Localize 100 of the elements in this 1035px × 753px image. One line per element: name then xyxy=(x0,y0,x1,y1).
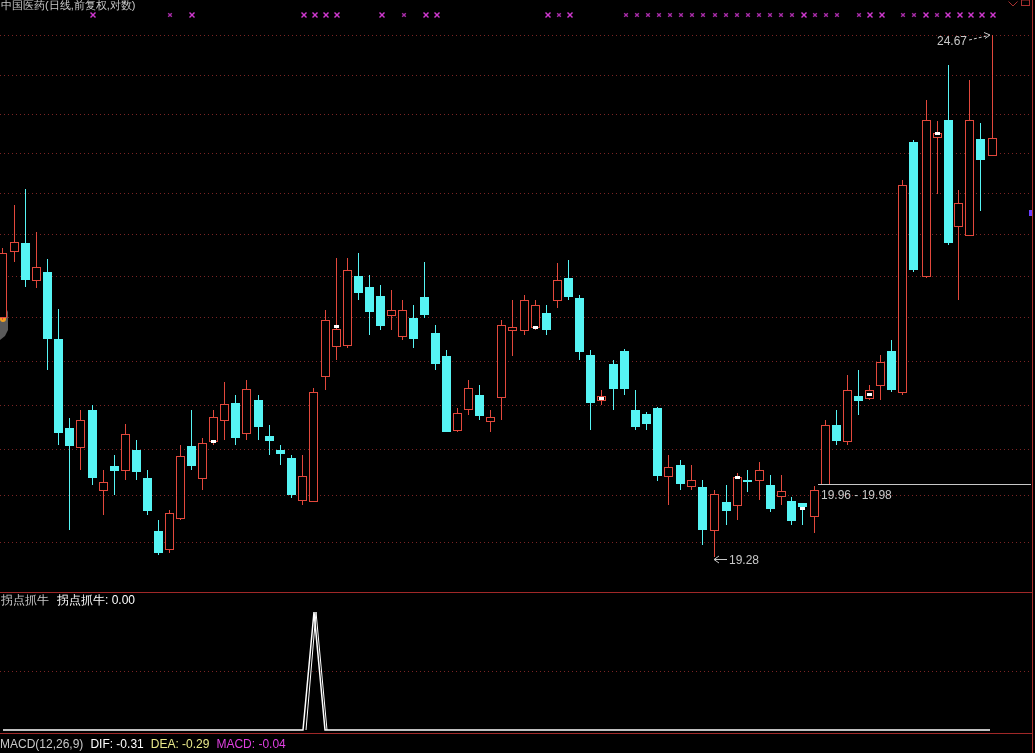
rising-candle xyxy=(733,472,742,521)
cross-marker-icon xyxy=(700,12,706,18)
rising-candle xyxy=(198,437,207,491)
cross-marker-icon xyxy=(566,11,574,19)
rising-candle xyxy=(76,409,85,471)
indicator-readout: 拐点抓牛: 0.00 xyxy=(57,593,136,607)
cross-marker-icon xyxy=(866,11,874,19)
cross-marker-icon xyxy=(544,11,552,19)
cross-marker-icon xyxy=(978,11,986,19)
cross-marker-icon xyxy=(745,12,751,18)
falling-candle xyxy=(832,409,841,446)
falling-candle xyxy=(542,304,551,336)
cross-marker-icon xyxy=(778,12,784,18)
falling-candle xyxy=(698,479,707,546)
falling-candle xyxy=(132,439,141,481)
cross-marker-icon xyxy=(900,12,906,18)
cross-marker-icon xyxy=(767,12,773,18)
falling-candle xyxy=(376,284,385,331)
cross-marker-icon xyxy=(756,12,762,18)
falling-candle xyxy=(354,252,363,301)
cross-marker-icon xyxy=(800,11,808,19)
rising-candle xyxy=(121,423,130,481)
rising-candle xyxy=(876,354,885,401)
cross-marker-icon xyxy=(656,12,662,18)
rising-candle xyxy=(755,461,764,501)
cross-marker-icon xyxy=(645,12,651,18)
cross-marker-icon xyxy=(322,11,330,19)
falling-candle xyxy=(887,339,896,393)
cross-marker-icon xyxy=(967,11,975,19)
falling-candle xyxy=(798,502,807,526)
macd-readout: MACD(12,26,9) xyxy=(0,736,84,751)
falling-candle xyxy=(420,261,429,319)
falling-candle xyxy=(254,394,263,441)
cross-marker-icon xyxy=(723,12,729,18)
rising-candle xyxy=(810,485,819,534)
price-range-label: 19.96 - 19.98 xyxy=(821,488,892,502)
cross-marker-icon xyxy=(834,12,840,18)
falling-candle xyxy=(631,389,640,431)
rising-candle xyxy=(508,299,517,357)
rising-candle xyxy=(99,469,108,516)
rising-candle xyxy=(865,384,874,401)
falling-candle xyxy=(609,359,618,411)
cross-marker-icon xyxy=(789,12,795,18)
cross-marker-icon xyxy=(989,11,997,19)
cross-marker-icon xyxy=(734,12,740,18)
rising-candle xyxy=(553,262,562,309)
falling-candle xyxy=(854,369,863,416)
rising-candle xyxy=(209,409,218,446)
rising-candle xyxy=(687,464,696,491)
cross-marker-icon xyxy=(878,11,886,19)
falling-candle xyxy=(231,394,240,446)
macd-readout: DIF: -0.31 xyxy=(90,736,144,751)
rising-candle xyxy=(10,204,19,263)
high-price-arrow xyxy=(968,32,991,41)
chart-title: 中国医药(日线,前复权,对数) xyxy=(0,0,136,11)
cross-marker-icon xyxy=(956,11,964,19)
macd-readout: DEA: -0.29 xyxy=(150,736,210,751)
falling-candle xyxy=(620,348,629,396)
cross-marker-icon xyxy=(922,11,930,19)
low-price-label: 19.28 xyxy=(729,553,760,567)
indicator-name: 拐点抓牛 xyxy=(1,593,49,607)
rising-candle xyxy=(464,379,473,416)
cross-marker-icon xyxy=(556,12,562,18)
rising-candle xyxy=(242,379,251,441)
rising-candle xyxy=(398,299,407,341)
rising-candle xyxy=(597,389,606,406)
falling-candle xyxy=(287,454,296,499)
rising-candle xyxy=(486,409,495,433)
falling-candle xyxy=(743,469,752,493)
rising-candle xyxy=(453,407,462,433)
cross-marker-icon xyxy=(422,11,430,19)
cross-marker-icon xyxy=(401,12,407,18)
cross-marker-icon xyxy=(89,11,97,19)
falling-candle xyxy=(676,459,685,491)
falling-candle xyxy=(642,411,651,431)
rising-candle xyxy=(165,509,174,554)
rising-candle xyxy=(531,299,540,331)
chevron-down-icon[interactable] xyxy=(1008,1,1018,7)
falling-candle xyxy=(409,304,418,349)
falling-candle xyxy=(187,409,196,471)
falling-candle xyxy=(431,324,440,371)
cross-marker-icon xyxy=(712,12,718,18)
high-price-label: 24.67 xyxy=(937,34,968,48)
rising-candle xyxy=(843,374,852,446)
cross-marker-icon xyxy=(934,12,940,18)
cross-marker-icon xyxy=(823,12,829,18)
macd-readout: MACD: -0.04 xyxy=(216,736,286,751)
cross-marker-icon xyxy=(944,11,952,19)
cross-marker-icon xyxy=(911,12,917,18)
falling-candle xyxy=(143,469,152,516)
rising-candle xyxy=(32,231,41,289)
rising-candle xyxy=(387,289,396,331)
falling-candle xyxy=(265,424,274,456)
falling-candle xyxy=(110,454,119,496)
falling-candle xyxy=(787,496,796,526)
falling-candle xyxy=(575,294,584,361)
cross-marker-icon xyxy=(167,12,173,18)
rising-candle xyxy=(777,474,786,506)
rising-candle xyxy=(821,419,830,486)
cross-marker-icon xyxy=(812,12,818,18)
